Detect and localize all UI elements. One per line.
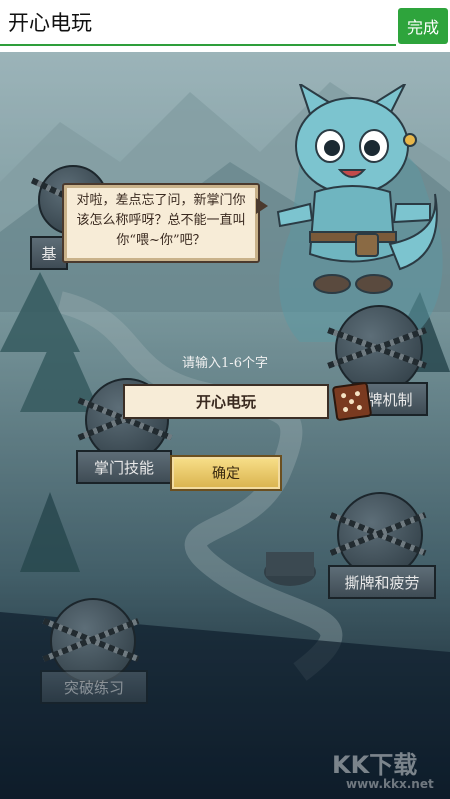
map-node-label-bottom: 突破练习 [40, 670, 148, 704]
raccoon-mascot-icon [276, 84, 438, 294]
watermark-url: www.kkx.net [346, 777, 434, 791]
name-display-box[interactable]: 开心电玩 [123, 384, 329, 419]
map-node-label-lower-right: 撕牌和疲劳 [328, 565, 436, 599]
done-button[interactable]: 完成 [398, 8, 448, 44]
top-input-bar: 完成 [0, 0, 450, 52]
dialog-bubble: 对啦，差点忘了问，新掌门你该怎么称呼呀？总不能一直叫你“喂~你”吧？ [62, 183, 260, 263]
map-node-label-mid: 掌门技能 [76, 450, 172, 484]
confirm-button[interactable]: 确定 [170, 455, 282, 491]
random-dice-icon[interactable] [331, 381, 373, 422]
watermark-logo: KK下载 [332, 751, 418, 779]
dialog-bubble-tail [256, 198, 268, 214]
name-length-prompt: 请输入1-6个字 [182, 356, 268, 371]
input-underline [0, 44, 396, 46]
name-text-input[interactable] [0, 0, 396, 44]
